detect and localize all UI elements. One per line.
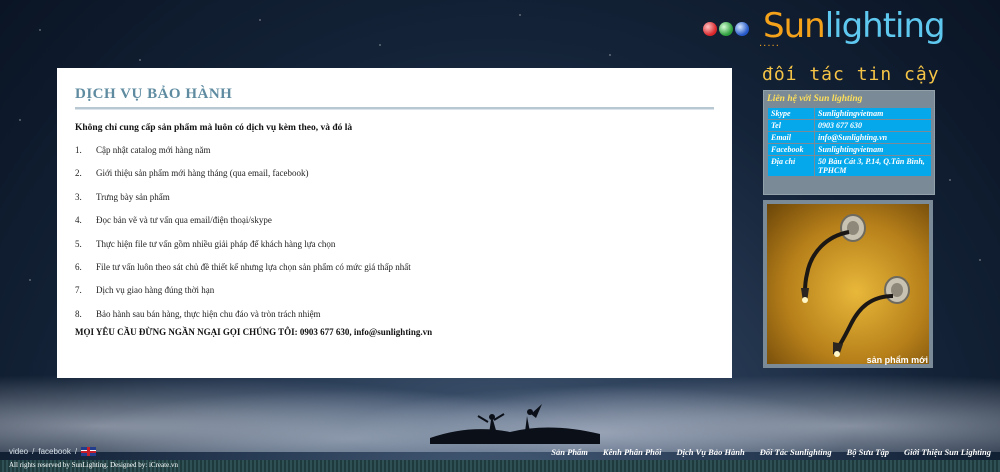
english-flag-icon[interactable] bbox=[81, 447, 97, 456]
list-item-number: 2. bbox=[75, 168, 82, 179]
sunlighting-logo[interactable]: ..... Sunlighting bbox=[703, 6, 946, 58]
list-item-text: File tư vấn luôn theo sát chủ đề thiết k… bbox=[96, 261, 411, 272]
contact-key: Địa chỉ bbox=[767, 155, 815, 177]
list-item-number: 4. bbox=[75, 215, 82, 226]
logo-sun-text: Sun bbox=[763, 6, 826, 46]
table-row: Email info@Sunlighting.vn bbox=[767, 131, 932, 144]
video-link[interactable]: video bbox=[9, 447, 28, 456]
contact-box-title: Liên hệ với Sun lighting bbox=[767, 94, 863, 104]
contact-box: Liên hệ với Sun lighting Skype Sunlightin… bbox=[763, 90, 935, 195]
contact-cta-text: MỌI YÊU CẦU ĐỪNG NGẦN NGẠI GỌI CHÚNG TÔI… bbox=[75, 327, 433, 337]
list-item: 1. Cập nhật catalog mới hàng năm bbox=[75, 145, 411, 168]
list-item-text: Trưng bày sản phẩm bbox=[96, 191, 170, 202]
list-item: 5. Thực hiện file tư vấn gồm nhiều giải p… bbox=[75, 239, 411, 262]
table-row: Địa chỉ 50 Bàu Cát 3, P.14, Q.Tân Bình, T… bbox=[767, 155, 932, 177]
new-product-caption: sản phẩm mới bbox=[866, 355, 928, 365]
nav-san-pham[interactable]: Sản Phẩm bbox=[551, 447, 588, 457]
address-value: 50 Bàu Cát 3, P.14, Q.Tân Bình, TPHCM bbox=[814, 155, 932, 177]
table-row: Skype Sunlightingvietnam bbox=[767, 107, 932, 120]
contact-table: Skype Sunlightingvietnam Tel 0903 677 630 … bbox=[767, 107, 932, 177]
nav-doi-tac[interactable]: Đối Tác Sunlighting bbox=[760, 447, 832, 457]
nav-dich-vu-bao-hanh[interactable]: Dịch Vụ Bảo Hành bbox=[677, 447, 745, 457]
contact-key: Tel bbox=[767, 119, 815, 132]
page-title: DỊCH VỤ BẢO HÀNH bbox=[75, 86, 233, 102]
table-row: Facebook Sunlightingvietnam bbox=[767, 143, 932, 156]
logo-balls-icon bbox=[703, 22, 749, 36]
title-divider bbox=[75, 107, 714, 110]
contact-key: Skype bbox=[767, 107, 815, 120]
services-list: 1. Cập nhật catalog mới hàng năm 2. Giới t… bbox=[75, 145, 411, 332]
list-item-text: Giới thiệu sản phẩm mới hàng tháng (qua … bbox=[96, 168, 309, 179]
list-item: 6. File tư vấn luôn theo sát chủ đề thiết… bbox=[75, 262, 411, 285]
content-panel: DỊCH VỤ BẢO HÀNH Không chỉ cung cấp sản … bbox=[57, 68, 732, 378]
intro-text: Không chỉ cung cấp sản phẩm mà luôn có d… bbox=[75, 123, 353, 133]
list-item-number: 7. bbox=[75, 285, 82, 296]
new-product-banner[interactable]: sản phẩm mới bbox=[763, 200, 933, 368]
list-item: 3. Trưng bày sản phẩm bbox=[75, 192, 411, 215]
table-row: Tel 0903 677 630 bbox=[767, 119, 932, 132]
logo-lighting-text: lighting bbox=[824, 6, 946, 46]
list-item-number: 3. bbox=[75, 191, 82, 202]
list-item: 4. Đọc bản vẽ và tư vấn qua email/điện th… bbox=[75, 215, 411, 238]
footer-separator: / bbox=[32, 447, 35, 456]
facebook-link[interactable]: facebook bbox=[38, 447, 70, 456]
list-item-text: Dịch vụ giao hàng đúng thời hạn bbox=[96, 285, 215, 296]
nav-kenh-phan-phoi[interactable]: Kênh Phân Phối bbox=[603, 447, 662, 457]
blue-ball-icon bbox=[735, 22, 749, 36]
contact-key: Facebook bbox=[767, 143, 815, 156]
list-item-text: Thực hiện file tư vấn gồm nhiều giải phá… bbox=[96, 238, 336, 249]
nav-bo-suu-tap[interactable]: Bộ Sưu Tập bbox=[847, 447, 889, 457]
silhouette-figures-decoration bbox=[430, 404, 600, 444]
copyright-text: All rights reserved by SunLighting. Desi… bbox=[9, 461, 178, 469]
list-item-number: 5. bbox=[75, 238, 82, 249]
logo-wordmark: Sunlighting bbox=[763, 6, 946, 46]
list-item: 2. Giới thiệu sản phẩm mới hàng tháng (qu… bbox=[75, 168, 411, 191]
footer-nav: Sản Phẩm Kênh Phân Phối Dịch Vụ Bảo Hành… bbox=[551, 447, 991, 457]
footer-separator: / bbox=[74, 447, 78, 456]
list-item: 7. Dịch vụ giao hàng đúng thời hạn bbox=[75, 285, 411, 308]
product-photo bbox=[767, 204, 929, 364]
skype-value[interactable]: Sunlightingvietnam bbox=[814, 107, 932, 120]
email-value[interactable]: info@Sunlighting.vn bbox=[814, 131, 932, 144]
list-item-text: Cập nhật catalog mới hàng năm bbox=[96, 145, 211, 155]
tagline: đối tác tin cậy bbox=[762, 64, 940, 85]
contact-key: Email bbox=[767, 131, 815, 144]
facebook-value[interactable]: Sunlightingvietnam bbox=[814, 143, 932, 156]
list-item-number: 6. bbox=[75, 261, 82, 272]
footer-social-links: video / facebook / bbox=[9, 447, 97, 456]
green-ball-icon bbox=[719, 22, 733, 36]
nav-gioi-thieu[interactable]: Giới Thiệu Sun Lighting bbox=[904, 447, 991, 457]
red-ball-icon bbox=[703, 22, 717, 36]
list-item-number: 1. bbox=[75, 145, 82, 155]
wall-lamp-image bbox=[801, 214, 910, 357]
tel-value[interactable]: 0903 677 630 bbox=[814, 119, 932, 132]
list-item-text: Đọc bản vẽ và tư vấn qua email/điện thoạ… bbox=[96, 215, 272, 226]
